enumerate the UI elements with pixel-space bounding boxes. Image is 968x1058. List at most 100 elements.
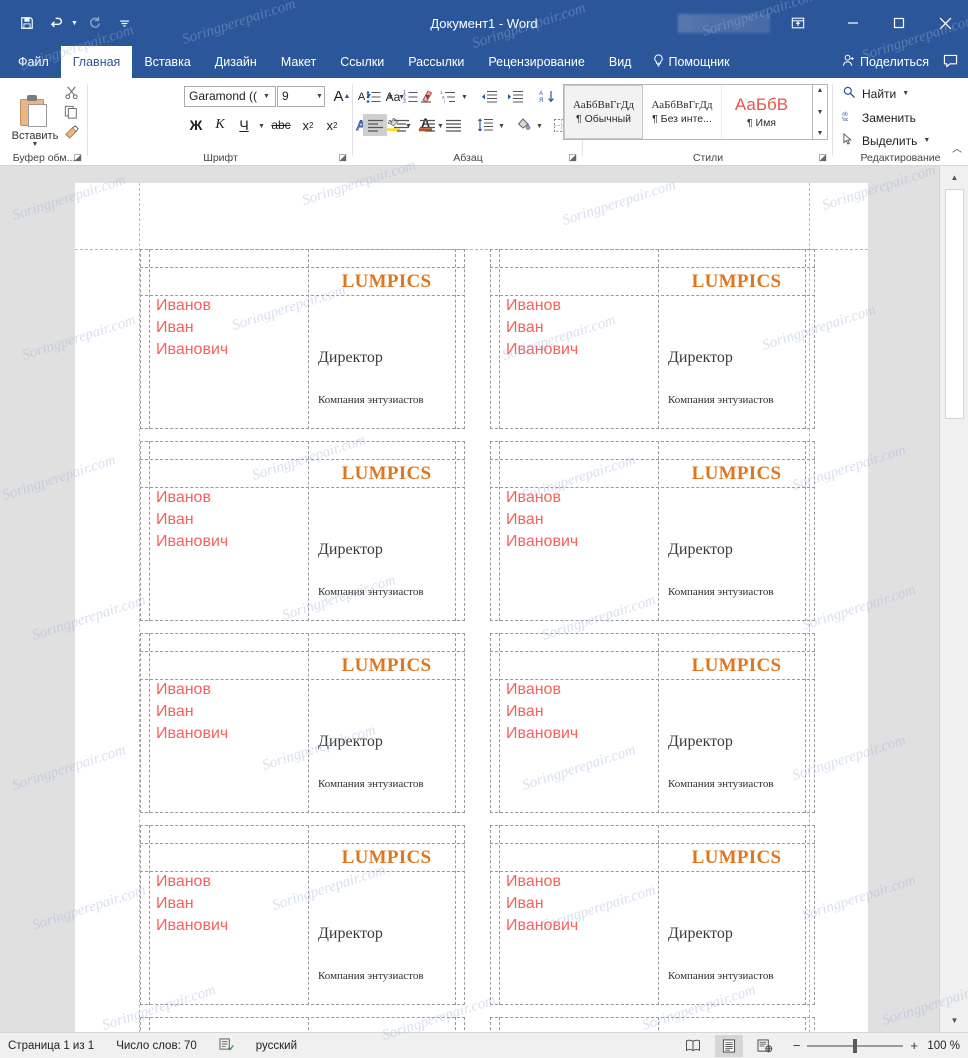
bullets-button[interactable] bbox=[363, 86, 385, 107]
numbering-caret-icon[interactable]: ▼ bbox=[424, 94, 431, 101]
paste-caret-icon[interactable]: ▼ bbox=[32, 141, 39, 148]
comments-icon[interactable] bbox=[943, 54, 958, 71]
ribbon-display-options-icon[interactable] bbox=[786, 11, 810, 35]
tab-review[interactable]: Рецензирование bbox=[476, 46, 597, 78]
justify-button[interactable] bbox=[441, 114, 465, 136]
scroll-up-icon[interactable]: ▲ bbox=[945, 168, 964, 187]
language-indicator[interactable]: русский bbox=[256, 1040, 297, 1052]
collapse-ribbon-icon[interactable]: ︿ bbox=[952, 140, 962, 155]
card-names: Иванов Иван Иванович bbox=[506, 679, 656, 745]
subscript-button[interactable]: x2 bbox=[296, 114, 320, 136]
word-count[interactable]: Число слов: 70 bbox=[116, 1040, 197, 1052]
multilevel-caret-icon[interactable]: ▼ bbox=[461, 94, 468, 101]
view-read-mode-icon[interactable] bbox=[679, 1035, 707, 1057]
paste-button[interactable]: Вставить ▼ bbox=[8, 82, 62, 148]
business-card[interactable]: LUMPICS bbox=[490, 1017, 815, 1032]
styles-more-icon[interactable]: ▼ bbox=[817, 130, 824, 137]
tab-design[interactable]: Дизайн bbox=[203, 46, 269, 78]
tell-me-assistant[interactable]: Помощник bbox=[643, 46, 739, 78]
styles-scroll-down-icon[interactable]: ▼ bbox=[817, 109, 824, 116]
select-caret-icon[interactable]: ▼ bbox=[923, 137, 930, 144]
superscript-button[interactable]: x2 bbox=[320, 114, 344, 136]
business-card[interactable]: LUMPICS Иванов Иван Иванович Директор Ко… bbox=[490, 249, 815, 429]
card-role: Директор bbox=[668, 541, 733, 558]
style-item-normal[interactable]: АаБбВвГгДд ¶ Обычный bbox=[564, 85, 643, 139]
shading-button[interactable] bbox=[511, 114, 535, 136]
card-row: LUMPICS Иванов Иван Иванович Директор Ко… bbox=[140, 249, 815, 441]
scrollbar-thumb[interactable] bbox=[945, 189, 964, 419]
format-painter-button[interactable] bbox=[60, 122, 82, 142]
replace-button[interactable]: ab ac Заменить bbox=[841, 110, 916, 125]
align-left-button[interactable] bbox=[363, 114, 387, 136]
copy-button[interactable] bbox=[60, 102, 82, 122]
page-indicator[interactable]: Страница 1 из 1 bbox=[8, 1040, 94, 1052]
view-web-layout-icon[interactable] bbox=[751, 1035, 779, 1057]
tab-references[interactable]: Ссылки bbox=[328, 46, 396, 78]
business-card[interactable]: LUMPICS Иванов Иван Иванович Директор Ко… bbox=[140, 441, 465, 621]
svg-text:i: i bbox=[444, 99, 445, 104]
increase-indent-button[interactable] bbox=[503, 86, 527, 107]
numbering-button[interactable]: 123 bbox=[400, 86, 422, 107]
close-button[interactable] bbox=[922, 0, 968, 46]
styles-dialog-launcher[interactable]: ◪ bbox=[818, 152, 827, 163]
business-card[interactable]: LUMPICS Иванов Иван Иванович Директор Ко… bbox=[140, 633, 465, 813]
zoom-thumb[interactable] bbox=[853, 1038, 858, 1053]
business-card[interactable]: LUMPICS Иванов Иван Иванович Директор Ко… bbox=[140, 825, 465, 1005]
scroll-down-icon[interactable]: ▼ bbox=[945, 1011, 964, 1030]
zoom-slider[interactable]: − + bbox=[793, 1038, 918, 1053]
tab-home[interactable]: Главная bbox=[60, 46, 133, 78]
zoom-in-button[interactable]: + bbox=[910, 1038, 918, 1053]
strikethrough-button[interactable]: abc bbox=[268, 114, 294, 136]
underline-caret-icon[interactable]: ▼ bbox=[258, 123, 265, 130]
tab-file[interactable]: Файл bbox=[6, 46, 61, 78]
shading-caret-icon[interactable]: ▼ bbox=[536, 123, 543, 130]
account-area-redacted bbox=[678, 14, 770, 33]
paragraph-dialog-launcher[interactable]: ◪ bbox=[568, 152, 577, 163]
business-card[interactable]: LUMPICS bbox=[140, 1017, 465, 1032]
line-spacing-caret-icon[interactable]: ▼ bbox=[498, 123, 505, 130]
find-button[interactable]: Найти ▼ bbox=[841, 86, 909, 101]
document-page[interactable]: LUMPICS Иванов Иван Иванович Директор Ко… bbox=[75, 183, 868, 1032]
style-preview: АаБбВвГгДд bbox=[572, 99, 635, 111]
bold-button[interactable]: Ж bbox=[184, 114, 208, 136]
underline-button[interactable]: Ч bbox=[232, 114, 256, 136]
grow-font-button[interactable]: A ▲ bbox=[331, 86, 353, 107]
business-card[interactable]: LUMPICS Иванов Иван Иванович Директор Ко… bbox=[140, 249, 465, 429]
zoom-level[interactable]: 100 % bbox=[926, 1040, 960, 1052]
decrease-indent-button[interactable] bbox=[477, 86, 501, 107]
share-button[interactable]: Поделиться bbox=[842, 54, 929, 70]
vertical-scrollbar[interactable]: ▲ ▼ bbox=[939, 166, 968, 1032]
find-caret-icon[interactable]: ▼ bbox=[902, 90, 909, 97]
business-card[interactable]: LUMPICS Иванов Иван Иванович Директор Ко… bbox=[490, 441, 815, 621]
style-name: ¶ Обычный bbox=[576, 113, 631, 125]
document-canvas[interactable]: LUMPICS Иванов Иван Иванович Директор Ко… bbox=[0, 166, 939, 1032]
minimize-button[interactable] bbox=[830, 0, 876, 46]
clipboard-dialog-launcher[interactable]: ◪ bbox=[73, 152, 82, 163]
style-item-name[interactable]: АаБбВ ¶ Имя bbox=[722, 85, 801, 139]
zoom-out-button[interactable]: − bbox=[793, 1038, 801, 1053]
style-item-no-spacing[interactable]: АаБбВвГгДд ¶ Без инте... bbox=[643, 85, 722, 139]
sort-button[interactable]: АЯ bbox=[535, 86, 559, 107]
proofing-icon[interactable] bbox=[219, 1037, 234, 1054]
align-right-button[interactable] bbox=[415, 114, 439, 136]
line-spacing-button[interactable] bbox=[473, 114, 497, 136]
tab-layout[interactable]: Макет bbox=[269, 46, 328, 78]
card-brand: LUMPICS bbox=[341, 463, 432, 484]
styles-scroll-up-icon[interactable]: ▲ bbox=[817, 87, 824, 94]
style-name: ¶ Имя bbox=[746, 117, 776, 129]
bullets-caret-icon[interactable]: ▼ bbox=[387, 94, 394, 101]
align-center-button[interactable] bbox=[389, 114, 413, 136]
cut-button[interactable] bbox=[60, 82, 82, 102]
view-print-layout-icon[interactable] bbox=[714, 1034, 743, 1057]
select-button[interactable]: Выделить ▼ bbox=[841, 132, 930, 148]
tab-mailings[interactable]: Рассылки bbox=[396, 46, 476, 78]
font-dialog-launcher[interactable]: ◪ bbox=[338, 152, 347, 163]
business-card[interactable]: LUMPICS Иванов Иван Иванович Директор Ко… bbox=[490, 633, 815, 813]
maximize-button[interactable] bbox=[876, 0, 922, 46]
tab-insert[interactable]: Вставка bbox=[132, 46, 202, 78]
tab-view[interactable]: Вид bbox=[597, 46, 644, 78]
multilevel-list-button[interactable]: 1ai bbox=[437, 86, 459, 107]
zoom-track[interactable] bbox=[807, 1038, 904, 1053]
italic-button[interactable]: К bbox=[208, 114, 232, 136]
business-card[interactable]: LUMPICS Иванов Иван Иванович Директор Ко… bbox=[490, 825, 815, 1005]
